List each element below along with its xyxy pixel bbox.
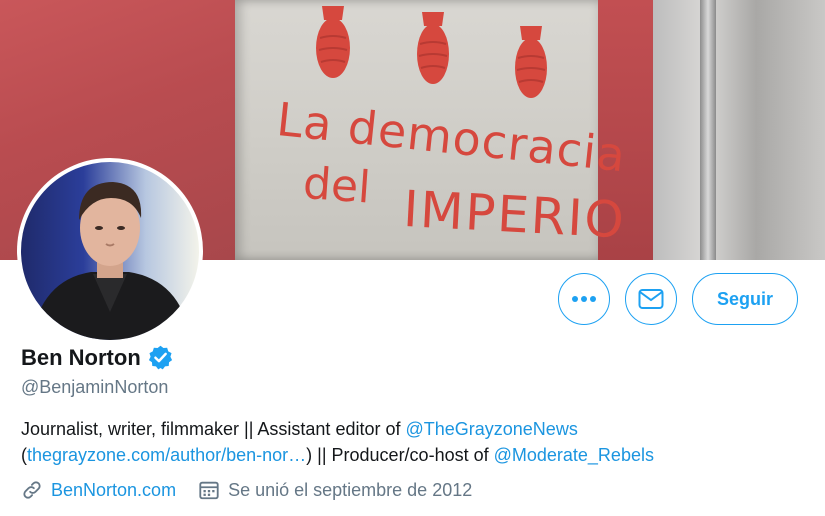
banner-concrete-wall (653, 0, 825, 260)
name-row: Ben Norton (21, 344, 174, 371)
bomb-graffiti-icon (515, 26, 547, 98)
message-button[interactable] (625, 273, 677, 325)
follow-button[interactable]: Seguir (692, 273, 798, 325)
profile-avatar[interactable] (17, 158, 203, 344)
graffiti-text-line3: IMPERIO (401, 180, 628, 250)
bio-text: Journalist, writer, filmmaker || Assista… (21, 419, 406, 439)
bio-text: ) || Producer/co-host of (306, 445, 494, 465)
person-portrait-icon (31, 182, 191, 340)
more-options-button[interactable] (558, 273, 610, 325)
user-handle: @BenjaminNorton (21, 377, 169, 397)
calendar-icon (199, 481, 219, 500)
avatar-photo (21, 162, 199, 340)
mention-link[interactable]: @Moderate_Rebels (494, 445, 654, 465)
join-date: Se unió el septiembre de 2012 (228, 479, 473, 500)
profile-meta: BenNorton.com Se unió el septiembre de 2… (21, 479, 472, 501)
banner-pipe (700, 0, 716, 260)
graffiti-text-line2: del (301, 158, 373, 214)
verified-badge-icon (148, 345, 172, 370)
link-icon (23, 481, 41, 499)
bomb-graffiti-icon (316, 6, 350, 78)
envelope-icon (638, 289, 664, 309)
display-name: Ben Norton (21, 344, 141, 370)
website-link[interactable]: BenNorton.com (51, 480, 176, 501)
profile-bio: Journalist, writer, filmmaker || Assista… (21, 416, 811, 468)
bio-url-link[interactable]: thegrayzone.com/author/ben-nor… (27, 445, 306, 465)
mention-link[interactable]: @TheGrayzoneNews (405, 419, 577, 439)
bomb-graffiti-icon (417, 12, 449, 84)
more-horizontal-icon (572, 296, 596, 302)
